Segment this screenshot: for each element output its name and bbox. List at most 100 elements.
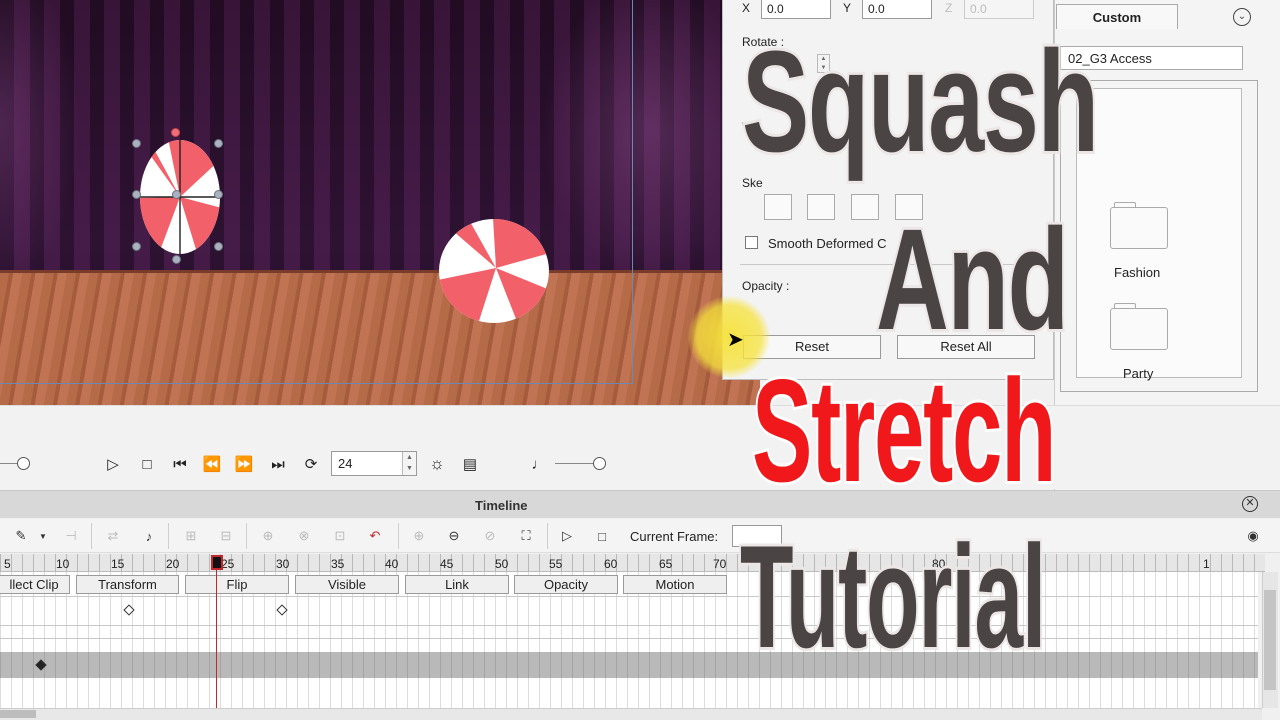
fit-view-icon[interactable]: ⛶ [515,527,537,545]
folder-icon[interactable] [1110,308,1168,350]
toolbar-separator [91,523,92,549]
track-divider [0,638,1258,639]
camera-frame-bottom [0,383,633,384]
track-transform[interactable]: Transform [76,575,179,594]
subtitle-icon[interactable]: ▤ [459,454,481,474]
frame-number-field[interactable]: 24 ▲ ▼ [331,451,417,476]
stop-icon[interactable]: □ [591,527,613,545]
play-icon[interactable]: ▷ [556,527,578,545]
ruler-number: 50 [495,557,509,571]
y-field[interactable]: 0.0 [862,0,932,19]
skew-right-button[interactable] [807,194,835,220]
ruler-number: 5 [4,557,11,571]
edit-icon[interactable]: ✎ [10,527,32,545]
ruler-number: 60 [604,557,618,571]
current-frame-label: Current Frame: [630,529,719,544]
remove-frame-icon: ⊟ [220,528,232,543]
horizontal-scrollbar[interactable] [0,708,1262,720]
collapse-icon[interactable]: ⌄ [1233,8,1251,26]
overlay-title-squash: Squash [740,21,1101,182]
resize-handle-top-left[interactable] [132,139,141,148]
view-toggle-icon[interactable]: ◉ [1242,527,1264,545]
folder-icon[interactable] [1110,207,1168,249]
smooth-deformed-label: Smooth Deformed C [768,236,887,251]
x-field[interactable]: 0.0 [761,0,831,19]
timeline-header [0,490,1280,518]
stage-canvas[interactable] [0,0,760,405]
smooth-deformed-checkbox[interactable] [745,236,758,249]
ruler-number: 10 [56,557,70,571]
loop-icon[interactable]: ⟳ [300,454,322,474]
zoom-slider-knob[interactable] [17,457,30,470]
toolbar-separator [246,523,247,549]
undo-icon[interactable]: ↶ [364,527,386,545]
zoom-reset-icon: ⊘ [484,528,496,543]
track-link[interactable]: Link [405,575,509,594]
track-visible[interactable]: Visible [295,575,399,594]
camera-frame-right [632,0,633,384]
ruler-number: 15 [111,557,125,571]
skew-up-button[interactable] [851,194,879,220]
ruler-number: 70 [713,557,727,571]
track-opacity[interactable]: Opacity [514,575,618,594]
resize-handle-bottom-right[interactable] [214,242,223,251]
play-icon[interactable]: ▷ [102,454,124,474]
skew-left-button[interactable] [764,194,792,220]
next-key-icon[interactable]: ⏭ [267,454,289,474]
stop-icon[interactable]: □ [136,454,158,474]
playback-bar [0,405,1280,489]
ruler-number: 20 [166,557,180,571]
resize-handle-bottom-left[interactable] [132,242,141,251]
resize-handle-left[interactable] [132,190,141,199]
frame-ruler[interactable] [0,554,1265,572]
prev-key-icon[interactable]: ⏮ [169,454,191,474]
resize-handle-bottom[interactable] [172,255,181,264]
rewind-icon[interactable]: ⏪ [201,454,223,474]
delete-key-icon: ⊗ [298,528,310,543]
toolbar-separator [398,523,399,549]
settings-icon[interactable]: ☼ [426,454,448,474]
swap-icon: ⇄ [107,528,119,543]
ruler-number: 55 [549,557,563,571]
toolbar-separator [547,523,548,549]
overlay-title-tutorial: Tutorial [738,515,1048,678]
mouse-cursor-icon: ➤ [727,329,744,351]
track-divider [0,625,1258,626]
y-label: Y [843,1,852,15]
frame-number-value: 24 [338,456,353,471]
vertical-scrollbar-thumb[interactable] [1264,590,1276,690]
frame-spinner[interactable]: ▲ ▼ [402,452,416,475]
add-key-icon: ⊕ [262,528,274,543]
chevron-down-icon[interactable]: ▼ [32,527,54,545]
x-label: X [742,1,751,15]
resize-handle-right[interactable] [214,190,223,199]
track-collect-clip[interactable]: llect Clip [0,575,70,594]
motion-track-row[interactable] [0,652,1258,678]
folder-label-fashion[interactable]: Fashion [1114,265,1160,280]
fast-forward-icon[interactable]: ⏩ [233,454,255,474]
playhead-line [216,555,217,708]
resize-handle-top-right[interactable] [214,139,223,148]
horizontal-scrollbar-thumb[interactable] [0,710,36,718]
volume-slider-knob[interactable] [593,457,606,470]
music-track-icon[interactable]: ♪ [138,527,160,545]
close-icon[interactable]: ✕ [1242,496,1258,512]
pivot-handle[interactable] [172,190,181,199]
stage-floor [0,273,760,405]
music-note-icon[interactable]: ♩ [528,454,550,474]
zoom-in-icon: ⊕ [413,528,425,543]
track-motion[interactable]: Motion [623,575,727,594]
track-divider [0,596,1258,597]
ruler-number: 40 [385,557,399,571]
folder-label-party[interactable]: Party [1123,366,1153,381]
ruler-number: 35 [331,557,345,571]
split-icon: ⊣ [65,528,77,543]
rotate-handle[interactable] [171,128,180,137]
timeline-title: Timeline [475,498,528,513]
track-flip[interactable]: Flip [185,575,289,594]
overlay-title-stretch: Stretch [750,349,1058,512]
overlay-title-and: And [874,199,1071,360]
zoom-out-icon[interactable]: ⊖ [443,527,465,545]
ball-round[interactable] [438,218,550,324]
playhead-handle[interactable] [211,555,223,570]
